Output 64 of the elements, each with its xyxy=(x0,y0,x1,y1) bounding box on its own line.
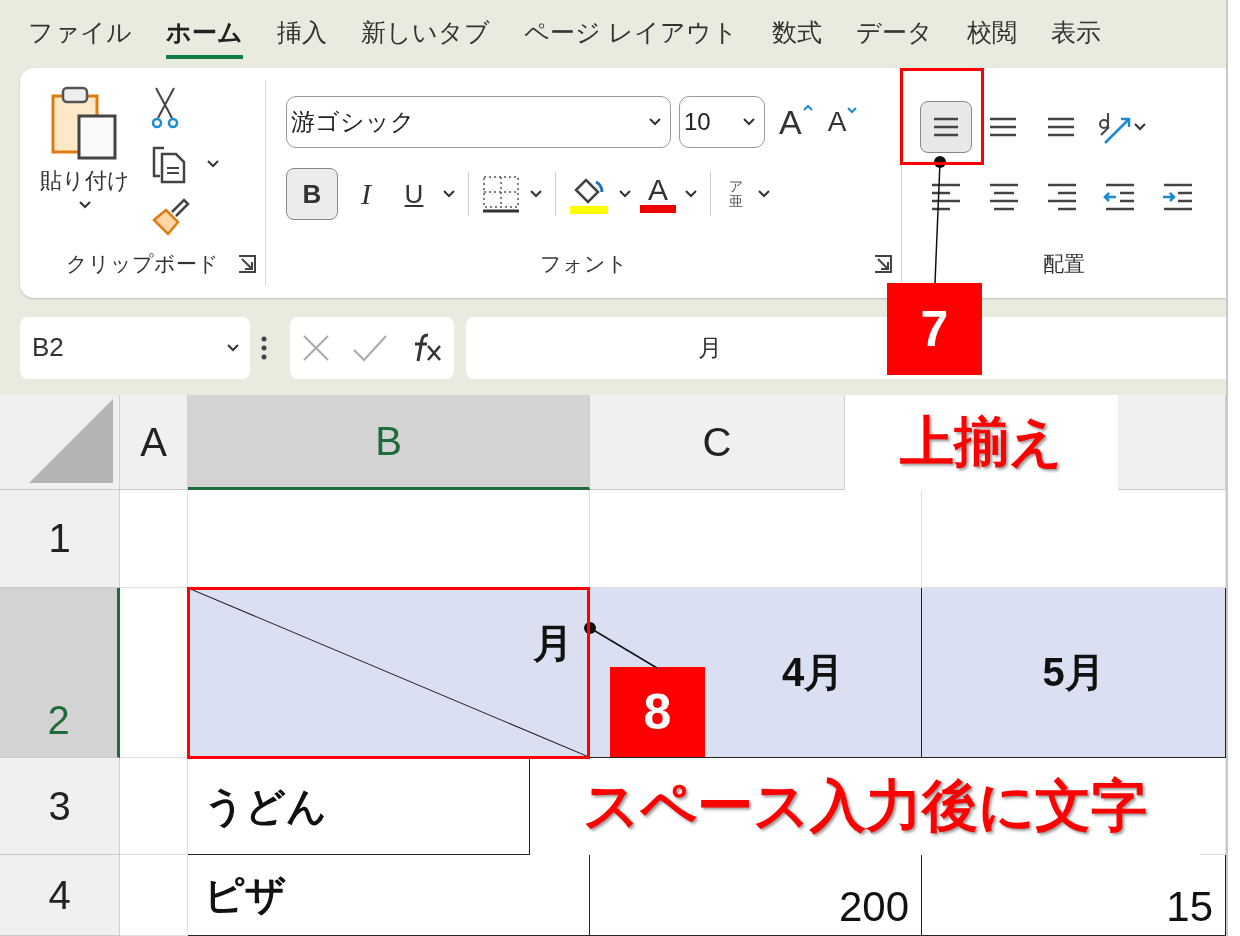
table-cell[interactable] xyxy=(120,855,188,936)
table-cell[interactable]: 8 4月 xyxy=(590,588,922,758)
table-cell[interactable]: 200 xyxy=(590,855,922,936)
table-cell[interactable] xyxy=(120,490,188,588)
caret-icon[interactable] xyxy=(442,189,456,199)
ribbon-tab[interactable]: 数式 xyxy=(771,9,822,59)
scissors-icon[interactable] xyxy=(150,86,180,130)
ribbon-tab[interactable]: 新しいタブ xyxy=(361,9,490,59)
caret-icon[interactable] xyxy=(742,117,756,127)
table-cell[interactable]: 月 xyxy=(188,588,590,758)
row-header[interactable]: 3 xyxy=(0,758,120,855)
more-dots-icon[interactable] xyxy=(260,334,268,361)
font-name-dropdown[interactable]: 游ゴシック xyxy=(286,96,671,148)
caret-icon[interactable] xyxy=(648,117,662,127)
caret-icon[interactable] xyxy=(226,342,240,353)
caret-icon[interactable] xyxy=(206,159,220,169)
dialog-launcher-icon[interactable] xyxy=(237,254,257,274)
paste-label[interactable]: 貼り付け xyxy=(40,166,130,196)
name-box[interactable]: B2 xyxy=(20,316,250,379)
ribbon-tab[interactable]: 挿入 xyxy=(277,9,327,59)
column-header[interactable]: B xyxy=(188,395,590,490)
caret-icon[interactable] xyxy=(757,189,771,199)
ribbon-tab[interactable]: ページ レイアウト xyxy=(524,9,738,59)
table-cell[interactable] xyxy=(120,758,188,855)
cell-text: 4月 xyxy=(781,649,845,696)
alignment-button[interactable] xyxy=(920,101,972,153)
borders-icon[interactable] xyxy=(481,174,521,214)
row-header[interactable]: 4 xyxy=(0,855,120,936)
table-cell[interactable]: 15 xyxy=(922,855,1226,936)
paintbrush-icon[interactable] xyxy=(150,198,190,236)
ribbon-tab[interactable]: ホーム xyxy=(166,9,243,59)
up-caret-icon xyxy=(801,102,814,111)
font-color-button[interactable]: A xyxy=(640,175,676,213)
column-header[interactable]: C xyxy=(590,395,845,490)
column-header[interactable]: A xyxy=(120,395,188,490)
group-label: 配置 xyxy=(1043,251,1085,277)
font-size-dropdown[interactable]: 10 xyxy=(679,96,765,148)
italic-button[interactable]: I xyxy=(346,168,386,220)
caret-icon[interactable] xyxy=(78,200,92,210)
caret-icon[interactable] xyxy=(1133,122,1147,132)
table-cell[interactable]: ピザ xyxy=(188,855,590,936)
ribbon-tab[interactable]: 校閲 xyxy=(966,9,1017,59)
ribbon-tab[interactable]: 表示 xyxy=(1050,9,1101,59)
ribbon-tab[interactable]: データ xyxy=(855,9,933,59)
caret-icon[interactable] xyxy=(529,189,543,199)
ribbon-tab[interactable]: ファイル xyxy=(28,9,132,59)
cell-text: 月 xyxy=(533,620,573,667)
step-number-badge: 8 xyxy=(610,667,705,757)
caret-icon[interactable] xyxy=(684,189,698,199)
row-header[interactable]: 2 xyxy=(0,588,120,758)
table-cell[interactable]: 5月 xyxy=(922,588,1226,758)
row-header[interactable]: 1 xyxy=(0,490,120,588)
shrink-font-button[interactable]: A xyxy=(821,106,859,138)
phonetic-guide-button[interactable]: ア 亜 xyxy=(723,178,749,210)
dialog-launcher-icon[interactable] xyxy=(873,254,893,274)
bold-button[interactable]: B xyxy=(286,168,338,220)
group-label: クリップボード xyxy=(66,251,219,277)
down-caret-icon xyxy=(846,106,859,114)
grow-font-button[interactable]: A xyxy=(773,102,814,142)
underline-button[interactable]: U xyxy=(394,168,434,220)
table-cell[interactable] xyxy=(1200,758,1226,855)
group-label: フォント xyxy=(539,251,628,277)
step-number-badge: 7 xyxy=(887,283,982,375)
caret-icon[interactable] xyxy=(618,189,632,199)
